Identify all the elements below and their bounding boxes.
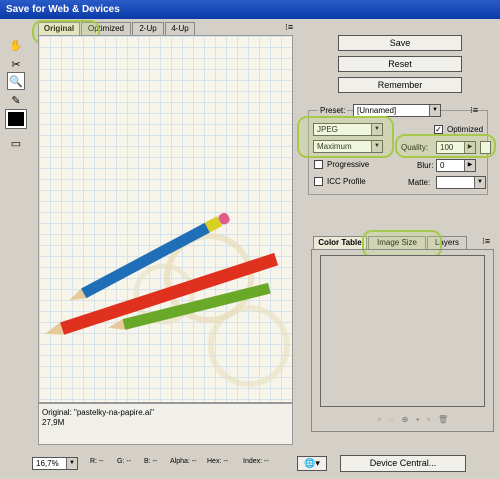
window-title: Save for Web & Devices — [0, 0, 500, 19]
reset-button[interactable]: Reset — [338, 56, 462, 72]
toggle-slices-icon[interactable]: ▭ — [7, 134, 25, 152]
remember-button[interactable]: Remember — [338, 77, 462, 93]
optimized-label: Optimized — [447, 125, 484, 134]
matte-label: Matte: — [408, 178, 431, 187]
tab-4up[interactable]: 4-Up — [165, 22, 195, 35]
blur-input[interactable]: 0 ▶ — [436, 159, 476, 172]
view-menu-icon[interactable]: ⁝≡ — [285, 22, 293, 33]
status-alpha: Alpha: -- — [170, 458, 197, 465]
status-g: G: -- — [117, 458, 131, 465]
status-index: Index: -- — [243, 458, 269, 465]
status-b: B: -- — [144, 458, 158, 465]
icc-profile-label: ICC Profile — [327, 177, 366, 186]
color-table-grid — [320, 255, 485, 407]
image-preview[interactable] — [38, 35, 293, 403]
pencils-image — [44, 212, 290, 387]
chevron-down-icon: ▼ — [66, 458, 77, 469]
save-button[interactable]: Save — [338, 35, 462, 51]
status-hex: Hex: -- — [207, 458, 228, 465]
blur-label: Blur: — [417, 161, 434, 170]
image-filename: Original: "pastelky-na-papire.ai" — [42, 408, 154, 417]
optimize-menu-icon[interactable]: ⁝≡ — [470, 105, 478, 116]
chevron-down-icon: ▼ — [474, 177, 485, 188]
color-table-actions-icon[interactable]: ▫◌⊕▪▫🗑 — [378, 415, 456, 424]
zoom-value: 16,7% — [36, 459, 59, 468]
eyedropper-tool-icon[interactable]: ✎ — [7, 91, 25, 109]
matte-select[interactable]: ▼ — [436, 176, 486, 189]
highlight-format — [297, 116, 394, 158]
progressive-label: Progressive — [327, 160, 370, 169]
hand-tool-icon[interactable]: ✋ — [7, 36, 25, 54]
status-r: R: -- — [90, 458, 104, 465]
color-table-menu-icon[interactable]: ⁝≡ — [482, 236, 490, 247]
zoom-select[interactable]: 16,7% ▼ — [32, 457, 78, 470]
preset-value: [Unnamed] — [357, 106, 397, 115]
tab-color-table[interactable]: Color Table — [313, 236, 367, 249]
optimized-checkbox[interactable]: ✓ — [434, 125, 443, 134]
device-central-button[interactable]: Device Central... — [340, 455, 466, 472]
image-filesize: 27,9M — [42, 418, 65, 427]
progressive-checkbox[interactable] — [314, 160, 323, 169]
chevron-right-icon: ▶ — [464, 160, 475, 171]
chevron-down-icon: ▼ — [429, 105, 440, 116]
slice-select-tool-icon[interactable]: ✂ — [7, 55, 25, 73]
zoom-tool-icon[interactable]: 🔍 — [7, 72, 25, 90]
preset-label: Preset: — [318, 106, 348, 115]
browser-preview-icon[interactable]: 🌐▾ — [297, 456, 327, 471]
highlight-quality — [395, 134, 496, 158]
eyedropper-color-swatch[interactable] — [5, 109, 27, 129]
blur-value: 0 — [440, 161, 445, 170]
icc-profile-checkbox[interactable] — [314, 177, 323, 186]
tab-2up[interactable]: 2-Up — [132, 22, 164, 35]
